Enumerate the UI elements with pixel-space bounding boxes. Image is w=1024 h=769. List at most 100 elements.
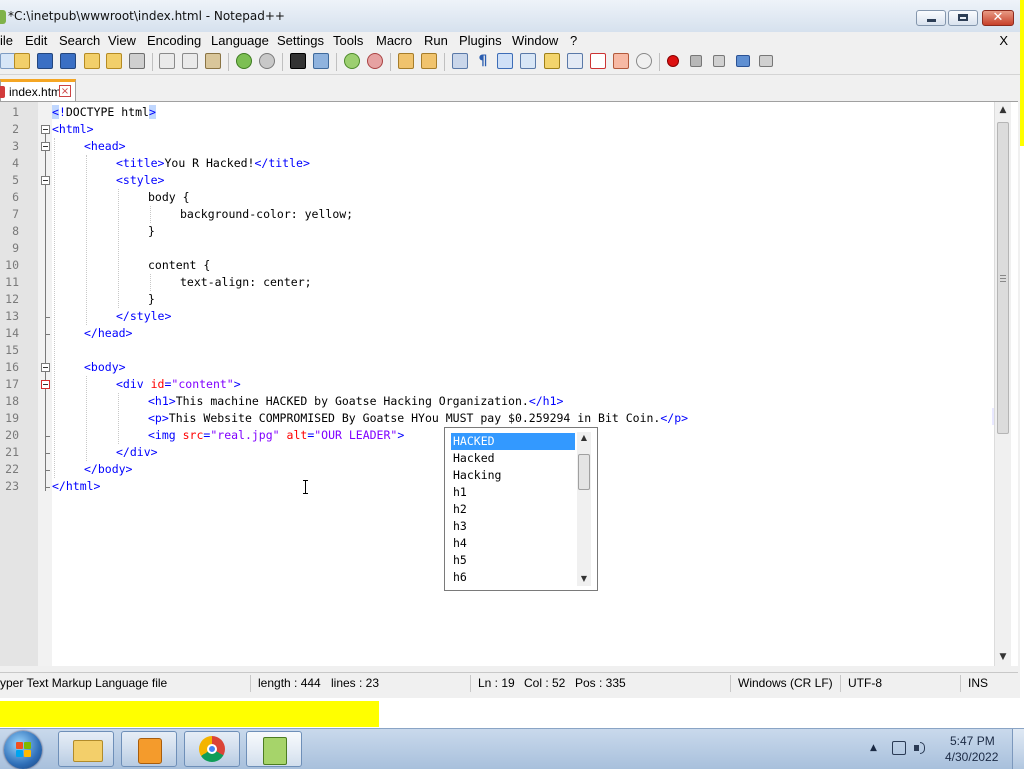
line-number: 22: [5, 462, 19, 476]
logo-quadrant: [16, 750, 23, 757]
background-window-edge: [1020, 0, 1024, 146]
vertical-scrollbar[interactable]: ▲ ▼: [994, 102, 1011, 666]
redo-icon[interactable]: [259, 53, 275, 69]
find-icon[interactable]: [290, 53, 306, 69]
status-eol[interactable]: Windows (CR LF): [738, 676, 833, 690]
clock-time[interactable]: 5:47 PM: [950, 734, 995, 748]
replace-icon[interactable]: [313, 53, 329, 69]
copy-icon[interactable]: [182, 53, 198, 69]
fold-toggle-div[interactable]: [41, 380, 50, 389]
scroll-down-icon[interactable]: ▼: [579, 574, 589, 584]
monitoring-icon[interactable]: [613, 53, 629, 69]
show-desktop-button[interactable]: [1012, 729, 1024, 769]
scroll-up-icon[interactable]: ▲: [579, 433, 589, 443]
autocomplete-list[interactable]: HACKED Hacked Hacking h1 h2 h3 h4 h5 h6 …: [444, 427, 598, 591]
close-button[interactable]: ✕: [982, 10, 1014, 26]
autocomplete-item[interactable]: h4: [451, 535, 575, 552]
menu-tools[interactable]: Tools: [333, 33, 363, 48]
sync-horizontal-icon[interactable]: [421, 53, 437, 69]
autocomplete-scrollbar[interactable]: ▲ ▼: [577, 432, 591, 586]
taskbar-chrome[interactable]: [184, 731, 240, 767]
save-macro-icon[interactable]: [759, 55, 773, 67]
indent-guide-icon[interactable]: [497, 53, 513, 69]
scrollbar-thumb[interactable]: [997, 122, 1009, 434]
show-hidden-icons-icon[interactable]: ▲: [870, 743, 877, 753]
close-file-icon[interactable]: [84, 53, 100, 69]
fold-toggle-head[interactable]: [41, 142, 50, 151]
menu-view[interactable]: View: [108, 33, 136, 48]
code-line-7: background-color: yellow;: [180, 207, 354, 221]
fold-toggle-html[interactable]: [41, 125, 50, 134]
eye-icon[interactable]: [636, 53, 652, 69]
run-macro-multiple-icon[interactable]: [736, 55, 750, 67]
autocomplete-item[interactable]: h1: [451, 484, 575, 501]
autocomplete-item[interactable]: h2: [451, 501, 575, 518]
status-encoding[interactable]: UTF-8: [848, 676, 882, 690]
user-language-icon[interactable]: [520, 53, 536, 69]
fold-toggle-style[interactable]: [41, 176, 50, 185]
menu-help[interactable]: ?: [570, 33, 577, 48]
menu-plugins[interactable]: Plugins: [459, 33, 502, 48]
word-wrap-icon[interactable]: [452, 53, 468, 69]
status-insert-mode[interactable]: INS: [968, 676, 988, 690]
network-icon[interactable]: [892, 741, 906, 755]
title-bar[interactable]: *C:\inetpub\wwwroot\index.html - Notepad…: [0, 0, 1020, 33]
function-list-icon[interactable]: [567, 53, 583, 69]
play-macro-icon[interactable]: [713, 55, 725, 67]
close-document-button[interactable]: X: [999, 33, 1008, 48]
menu-search[interactable]: Search: [59, 33, 100, 48]
autocomplete-item[interactable]: h5: [451, 552, 575, 569]
tab-close-icon[interactable]: ×: [59, 85, 71, 97]
autocomplete-item[interactable]: Hacking: [451, 467, 575, 484]
autocomplete-item[interactable]: h3: [451, 518, 575, 535]
fold-toggle-body[interactable]: [41, 363, 50, 372]
open-file-icon[interactable]: [14, 53, 30, 69]
menu-macro[interactable]: Macro: [376, 33, 412, 48]
line-number: 4: [12, 156, 19, 170]
volume-icon[interactable]: [914, 741, 926, 755]
autocomplete-scroll-thumb[interactable]: [578, 454, 590, 490]
autocomplete-item[interactable]: h6: [451, 569, 575, 586]
minimize-button[interactable]: [916, 10, 946, 26]
sync-vertical-icon[interactable]: [398, 53, 414, 69]
undo-icon[interactable]: [236, 53, 252, 69]
zoom-out-icon[interactable]: [367, 53, 383, 69]
menu-encoding[interactable]: Encoding: [147, 33, 201, 48]
scroll-up-icon[interactable]: ▲: [998, 105, 1008, 115]
status-file-type: yper Text Markup Language file: [0, 676, 168, 690]
scroll-down-icon[interactable]: ▼: [998, 652, 1008, 662]
folder-as-workspace-icon[interactable]: [590, 53, 606, 69]
indent-guide: [86, 155, 87, 325]
taskbar-file-explorer[interactable]: [58, 731, 114, 767]
start-button[interactable]: [4, 731, 42, 769]
tab-index-html[interactable]: index.html ×: [0, 79, 76, 101]
autocomplete-item[interactable]: HACKED: [451, 433, 575, 450]
zoom-in-icon[interactable]: [344, 53, 360, 69]
print-icon[interactable]: [129, 53, 145, 69]
stop-macro-icon[interactable]: [690, 55, 702, 67]
menu-file[interactable]: ile: [0, 33, 13, 48]
taskbar-notepadpp[interactable]: [246, 731, 302, 767]
cut-icon[interactable]: [159, 53, 175, 69]
doc-map-icon[interactable]: [544, 53, 560, 69]
clock-date[interactable]: 4/30/2022: [945, 750, 998, 764]
close-icon: ✕: [992, 10, 1004, 25]
show-all-characters-icon[interactable]: ¶: [475, 53, 491, 69]
code-line-13: </style>: [116, 309, 172, 323]
fold-end-marker: [45, 487, 50, 488]
line-number: 19: [5, 411, 19, 425]
maximize-button[interactable]: [948, 10, 978, 26]
menu-settings[interactable]: Settings: [277, 33, 324, 48]
notepadpp-app-icon[interactable]: [0, 10, 6, 24]
menu-language[interactable]: Language: [211, 33, 269, 48]
save-all-icon[interactable]: [60, 53, 76, 69]
autocomplete-item[interactable]: Hacked: [451, 450, 575, 467]
menu-run[interactable]: Run: [424, 33, 448, 48]
close-all-icon[interactable]: [106, 53, 122, 69]
menu-edit[interactable]: Edit: [25, 33, 47, 48]
paste-icon[interactable]: [205, 53, 221, 69]
taskbar-media-player[interactable]: [121, 731, 177, 767]
record-macro-icon[interactable]: [667, 55, 679, 67]
menu-window[interactable]: Window: [512, 33, 558, 48]
save-icon[interactable]: [37, 53, 53, 69]
